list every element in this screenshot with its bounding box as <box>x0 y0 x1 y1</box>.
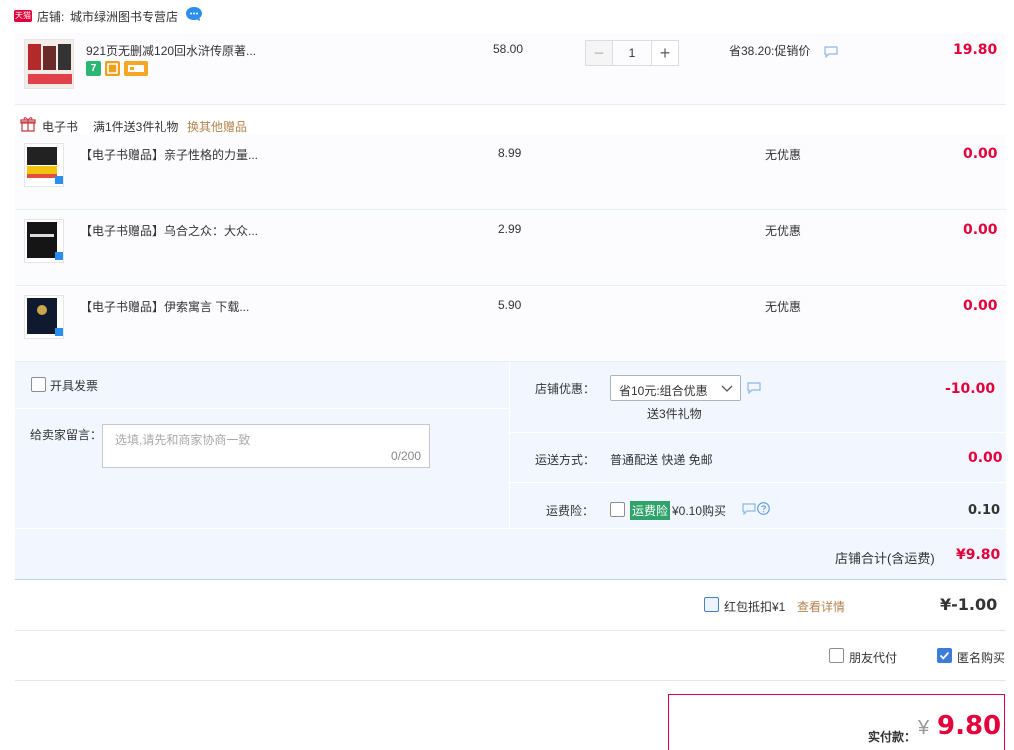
gift-subtotal: 0.00 <box>963 298 998 314</box>
gift-title[interactable]: 【电子书赠品】伊索寓言 下载... <box>80 298 249 315</box>
invoice-checkbox[interactable] <box>31 377 46 392</box>
red-packet-details-link[interactable]: 查看详情 <box>797 598 845 615</box>
shop-discount-dropdown[interactable]: 省10元:组合优惠 <box>610 375 741 401</box>
gift-price: 5.90 <box>498 298 522 312</box>
gift-discount: 无优惠 <box>765 300 802 314</box>
invoice-label: 开具发票 <box>50 379 99 393</box>
shipping-value: 普通配送 快递 免邮 <box>610 453 713 467</box>
insurance-price: ¥0.10购买 <box>672 504 727 518</box>
gift-row: 【电子书赠品】伊索寓言 下载... 5.90 无优惠 0.00 <box>15 287 1006 362</box>
shop-header: 天猫 店铺: 城市绿洲图书专营店 <box>0 0 1014 32</box>
quantity-plus-button[interactable]: + <box>651 40 679 66</box>
red-packet-label: 红包抵扣¥1 <box>724 600 786 614</box>
chat-icon[interactable] <box>185 6 203 22</box>
red-packet-checkbox[interactable] <box>704 597 719 612</box>
shop-name-link[interactable]: 城市绿洲图书专营店 <box>70 8 178 25</box>
shop-discount-selected: 省10元:组合优惠 <box>619 384 708 398</box>
gift-rule: 满1件送3件礼物 <box>93 120 179 134</box>
gift-price: 2.99 <box>498 222 522 236</box>
shipping-label: 运送方式： <box>535 453 596 467</box>
gift-type: 电子书 <box>42 120 79 134</box>
tag-shield-icon <box>105 61 120 76</box>
gift-thumbnail[interactable] <box>24 219 64 263</box>
gift-icon <box>20 117 36 132</box>
divider <box>509 362 510 528</box>
tag-7day-icon: 7 <box>86 61 101 76</box>
friend-pay-label: 朋友代付 <box>849 651 898 665</box>
gift-thumbnail[interactable] <box>24 295 64 339</box>
friend-pay-checkbox[interactable] <box>829 648 844 663</box>
shipping-amount: 0.00 <box>968 450 1003 466</box>
gift-subtotal: 0.00 <box>963 146 998 162</box>
insurance-amount: 0.10 <box>968 503 1001 518</box>
comment-icon[interactable] <box>824 46 838 58</box>
insurance-checkbox[interactable] <box>610 502 625 517</box>
gift-subtotal: 0.00 <box>963 222 998 238</box>
comment-icon[interactable] <box>747 382 761 394</box>
item-subtotal: 19.80 <box>953 42 998 58</box>
anonymous-checkbox[interactable] <box>937 648 952 663</box>
item-unit-price: 58.00 <box>493 42 524 56</box>
tag-card-icon <box>124 61 148 76</box>
message-counter: 0/200 <box>390 449 421 463</box>
quantity-stepper: − 1 + <box>585 40 679 66</box>
gift-discount: 无优惠 <box>765 148 802 162</box>
gift-thumbnail[interactable] <box>24 143 64 187</box>
divider <box>15 630 1006 631</box>
item-thumbnail[interactable] <box>24 39 74 89</box>
gift-price: 8.99 <box>498 146 522 160</box>
divider <box>15 680 1006 681</box>
message-textarea[interactable]: 选填,请先和商家协商一致 0/200 <box>102 424 430 468</box>
message-label: 给卖家留言： <box>30 428 103 442</box>
shop-discount-amount: -10.00 <box>945 381 996 397</box>
anonymous-label: 匿名购买 <box>957 651 1006 665</box>
final-label: 实付款： <box>868 730 917 744</box>
item-title[interactable]: 921页无删减120回水浒传原著... <box>86 42 256 59</box>
message-placeholder: 选填,请先和商家协商一致 <box>115 433 251 447</box>
checkmark-icon <box>939 651 950 660</box>
shop-discount-label: 店铺优惠： <box>535 382 596 396</box>
final-total-box: 实付款： ¥ 9.80 <box>668 694 1005 750</box>
chevron-down-icon <box>721 385 733 392</box>
comment-icon[interactable] <box>742 503 756 515</box>
insurance-label: 运费险： <box>546 504 595 518</box>
cart-item: 921页无删减120回水浒传原著... 7 58.00 − 1 + 省38.20… <box>15 33 1006 105</box>
divider <box>15 528 1006 529</box>
final-amount: 9.80 <box>937 711 1002 741</box>
gift-title[interactable]: 【电子书赠品】乌合之众：大众... <box>80 222 258 239</box>
gift-row: 【电子书赠品】乌合之众：大众... 2.99 无优惠 0.00 <box>15 211 1006 286</box>
red-packet-amount: ¥-1.00 <box>940 595 998 614</box>
divider <box>510 482 1006 483</box>
shop-total-amount: ¥9.80 <box>956 547 1001 563</box>
shop-discount-note: 送3件礼物 <box>647 407 702 421</box>
gift-discount: 无优惠 <box>765 224 802 238</box>
gift-row: 【电子书赠品】亲子性格的力量... 8.99 无优惠 0.00 <box>15 135 1006 210</box>
quantity-minus-button[interactable]: − <box>585 40 613 66</box>
change-gift-link[interactable]: 换其他赠品 <box>187 118 247 135</box>
divider <box>510 432 1006 433</box>
item-discount: 省38.20:促销价 <box>729 44 811 58</box>
order-options-panel: 开具发票 给卖家留言： 选填,请先和商家协商一致 0/200 店铺优惠： 省10… <box>15 362 1006 580</box>
gift-title[interactable]: 【电子书赠品】亲子性格的力量... <box>80 146 258 163</box>
quantity-input[interactable]: 1 <box>613 40 651 66</box>
final-currency: ¥ <box>918 717 930 739</box>
shop-total-label: 店铺合计(含运费) <box>835 551 935 566</box>
shop-label: 店铺: <box>37 10 65 24</box>
help-icon[interactable] <box>757 502 770 515</box>
insurance-badge: 运费险 <box>630 501 671 520</box>
tmall-badge: 天猫 <box>14 10 32 22</box>
divider <box>15 408 509 409</box>
gift-bar: 电子书 满1件送3件礼物 换其他赠品 <box>15 112 1006 136</box>
